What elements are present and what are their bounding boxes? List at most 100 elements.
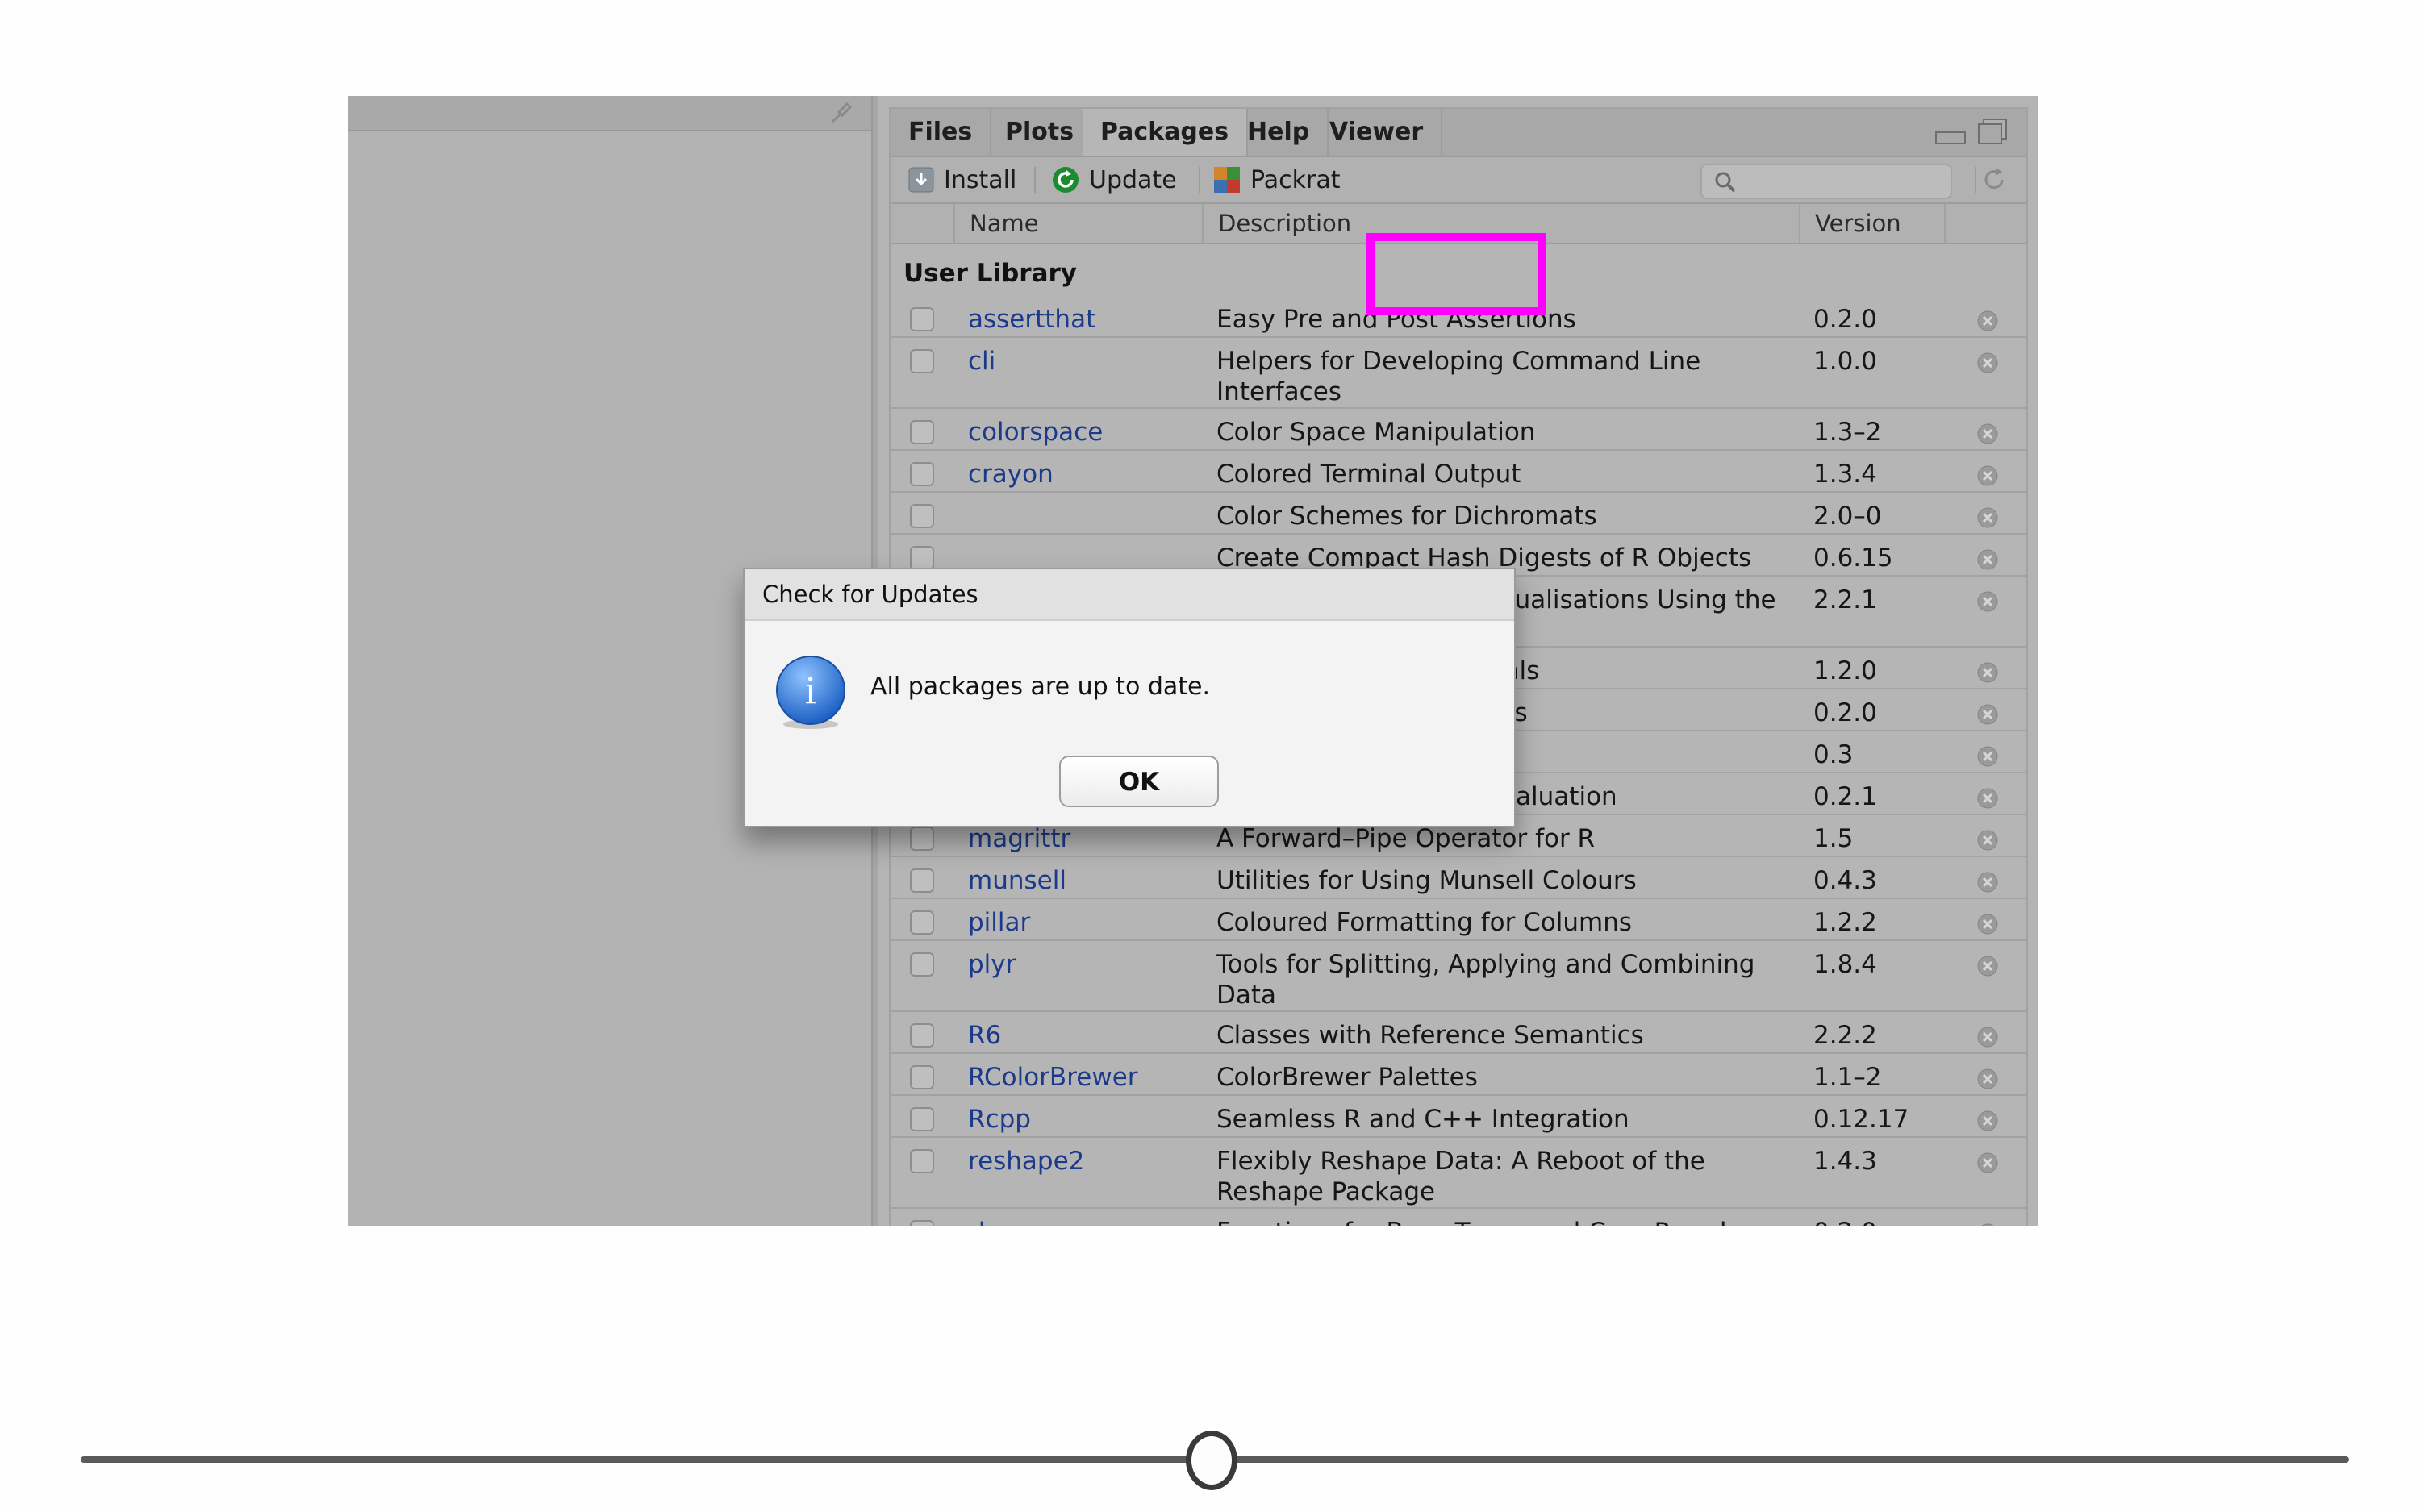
package-name-link[interactable]: Rcpp bbox=[968, 1104, 1031, 1135]
package-checkbox[interactable] bbox=[910, 827, 934, 851]
delete-icon[interactable] bbox=[1976, 702, 1999, 733]
package-name-link[interactable]: pillar bbox=[968, 907, 1030, 938]
delete-icon[interactable] bbox=[1976, 744, 1999, 775]
package-checkbox[interactable] bbox=[910, 1149, 934, 1173]
table-row: Rcpp Seamless R and C++ Integration 0.12.1… bbox=[891, 1096, 2026, 1138]
package-checkbox[interactable] bbox=[910, 1065, 934, 1089]
delete-icon[interactable] bbox=[1976, 422, 1999, 452]
broom-icon[interactable] bbox=[829, 101, 853, 128]
package-version: 1.4.3 bbox=[1813, 1147, 1877, 1176]
package-version: 0.2.0 bbox=[1813, 305, 1877, 334]
minimize-icon[interactable] bbox=[1934, 131, 1966, 144]
package-description: Flexibly Reshape Data: A Reboot of the R… bbox=[1216, 1147, 1705, 1206]
tab-packages[interactable]: Packages bbox=[1083, 109, 1249, 156]
delete-icon[interactable] bbox=[1976, 309, 1999, 339]
packrat-label: Packrat bbox=[1250, 165, 1341, 194]
delete-icon[interactable] bbox=[1976, 1067, 1999, 1098]
table-row: crayon Colored Terminal Output 1.3.4 bbox=[891, 451, 2026, 493]
package-name-link[interactable]: RColorBrewer bbox=[968, 1062, 1138, 1093]
package-description: A Forward–Pipe Operator for R bbox=[1216, 824, 1596, 853]
table-row: R6 Classes with Reference Semantics 2.2.2 bbox=[891, 1012, 2026, 1054]
package-name-link[interactable]: reshape2 bbox=[968, 1146, 1084, 1177]
video-scrubber[interactable] bbox=[81, 1431, 2349, 1505]
package-name-link[interactable]: munsell bbox=[968, 865, 1066, 896]
delete-icon[interactable] bbox=[1976, 464, 1999, 494]
pane-controls bbox=[1934, 123, 2002, 148]
package-checkbox[interactable] bbox=[910, 462, 934, 486]
delete-icon[interactable] bbox=[1976, 351, 1999, 381]
table-row: colorspace Color Space Manipulation 1.3–2 bbox=[891, 409, 2026, 451]
table-row: munsell Utilities for Using Munsell Colou… bbox=[891, 857, 2026, 899]
install-icon bbox=[908, 167, 934, 193]
scrubber-thumb[interactable] bbox=[1186, 1431, 1237, 1490]
package-name-link[interactable]: cli bbox=[968, 346, 995, 377]
check-updates-dialog: Check for Updates i All packages are up … bbox=[743, 568, 1516, 827]
package-name-link[interactable]: crayon bbox=[968, 459, 1054, 489]
package-version: 1.5 bbox=[1813, 824, 1854, 853]
package-checkbox[interactable] bbox=[910, 1220, 934, 1226]
package-checkbox[interactable] bbox=[910, 910, 934, 935]
delete-icon[interactable] bbox=[1976, 954, 1999, 985]
package-checkbox[interactable] bbox=[910, 420, 934, 444]
package-checkbox[interactable] bbox=[910, 1107, 934, 1131]
delete-icon[interactable] bbox=[1976, 1025, 1999, 1056]
delete-icon[interactable] bbox=[1976, 1109, 1999, 1139]
delete-icon[interactable] bbox=[1976, 589, 1999, 620]
package-checkbox[interactable] bbox=[910, 307, 934, 331]
search-input[interactable] bbox=[1700, 164, 1952, 199]
delete-icon[interactable] bbox=[1976, 660, 1999, 691]
update-button[interactable]: Update bbox=[1052, 157, 1177, 202]
package-name-link[interactable]: R6 bbox=[968, 1020, 1001, 1051]
table-row: pillar Coloured Formatting for Columns 1.2… bbox=[891, 899, 2026, 941]
package-version: 1.2.2 bbox=[1813, 908, 1877, 937]
package-version: 2.0–0 bbox=[1813, 502, 1882, 531]
delete-icon[interactable] bbox=[1976, 786, 1999, 817]
package-version: 0.2.0 bbox=[1813, 698, 1877, 727]
library-label: User Library bbox=[903, 259, 1078, 288]
package-version: 0.12.17 bbox=[1813, 1105, 1909, 1134]
tab-viewer[interactable]: Viewer bbox=[1312, 109, 1443, 156]
delete-icon[interactable] bbox=[1976, 870, 1999, 901]
delete-icon[interactable] bbox=[1976, 506, 1999, 536]
column-version[interactable]: Version bbox=[1799, 204, 1944, 243]
package-version: 2.2.2 bbox=[1813, 1021, 1877, 1050]
package-checkbox[interactable] bbox=[910, 546, 934, 570]
packrat-button[interactable]: Packrat bbox=[1213, 157, 1340, 202]
package-name-link[interactable]: colorspace bbox=[968, 417, 1103, 448]
install-button[interactable]: Install bbox=[908, 157, 1016, 202]
delete-icon[interactable] bbox=[1976, 548, 1999, 578]
package-description: Helpers for Developing Command Line Inte… bbox=[1216, 347, 1701, 406]
delete-icon[interactable] bbox=[1976, 912, 1999, 943]
package-description: Classes with Reference Semantics bbox=[1216, 1021, 1644, 1050]
delete-icon[interactable] bbox=[1976, 1151, 1999, 1181]
package-checkbox[interactable] bbox=[910, 952, 934, 977]
ok-button[interactable]: OK bbox=[1059, 756, 1219, 807]
delete-icon[interactable] bbox=[1976, 828, 1999, 859]
package-name-link[interactable]: rlang bbox=[968, 1217, 1033, 1226]
delete-icon[interactable] bbox=[1976, 1222, 1999, 1226]
package-version: 0.2.0 bbox=[1813, 1217, 1877, 1226]
update-icon bbox=[1052, 166, 1079, 194]
package-name-link[interactable]: magrittr bbox=[968, 823, 1070, 854]
info-icon: i bbox=[772, 653, 849, 734]
package-description: Colored Terminal Output bbox=[1216, 460, 1521, 489]
package-checkbox[interactable] bbox=[910, 504, 934, 528]
tab-files[interactable]: Files bbox=[891, 109, 992, 156]
update-button-highlight bbox=[1366, 233, 1546, 315]
column-name[interactable]: Name bbox=[953, 204, 1204, 243]
package-name-link[interactable]: assertthat bbox=[968, 304, 1095, 335]
maximize-icon[interactable] bbox=[1978, 123, 2002, 144]
package-checkbox[interactable] bbox=[910, 868, 934, 893]
tab-plots[interactable]: Plots bbox=[987, 109, 1094, 156]
table-row: cli Helpers for Developing Command Line I… bbox=[891, 338, 2026, 409]
package-checkbox[interactable] bbox=[910, 349, 934, 373]
package-name-link[interactable]: plyr bbox=[968, 949, 1016, 980]
tab-bar: Files Plots Packages Help Viewer bbox=[891, 109, 2026, 157]
search-icon bbox=[1713, 170, 1738, 198]
package-checkbox[interactable] bbox=[910, 1023, 934, 1048]
package-version: 2.2.1 bbox=[1813, 585, 1877, 614]
package-description: Color Schemes for Dichromats bbox=[1216, 502, 1597, 531]
refresh-icon[interactable] bbox=[1980, 165, 2009, 198]
package-version: 1.3.4 bbox=[1813, 460, 1877, 489]
package-version: 1.0.0 bbox=[1813, 347, 1877, 376]
